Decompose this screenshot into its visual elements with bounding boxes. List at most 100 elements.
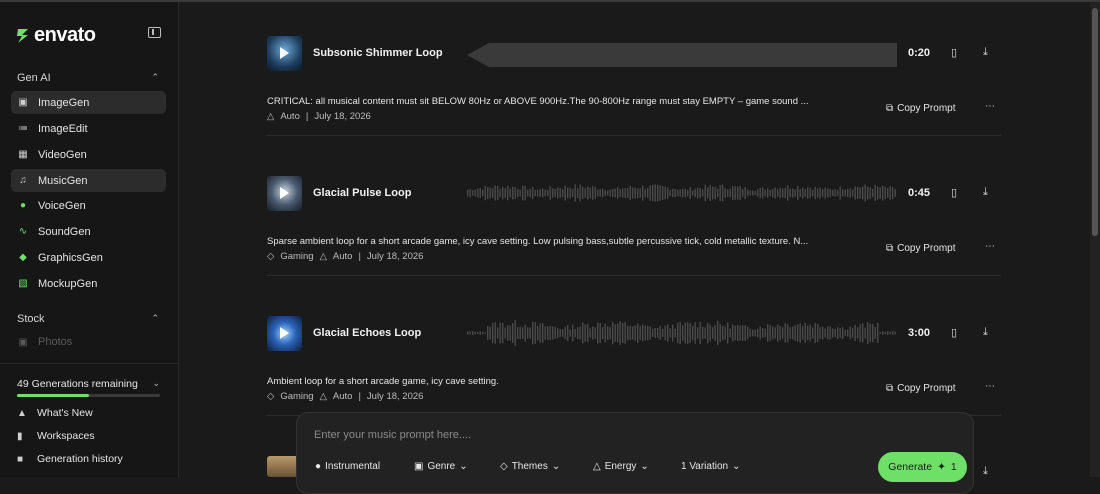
- waveform-bar: [749, 190, 751, 196]
- copy-prompt-button[interactable]: ⧉ Copy Prompt: [886, 383, 956, 394]
- waveform-bar: [514, 187, 516, 199]
- waveform-bar: [559, 328, 561, 338]
- sidebar-item-photos[interactable]: ▣ Photos: [11, 332, 166, 352]
- copy-prompt-button[interactable]: ⧉ Copy Prompt: [886, 243, 956, 254]
- waveform-bar: [699, 321, 701, 345]
- waveform-bar: [572, 324, 574, 342]
- track-thumbnail[interactable]: [267, 36, 302, 71]
- sidebar-item-videogen[interactable]: ▦ VideoGen: [11, 143, 166, 166]
- variation-dropdown[interactable]: 1 Variation ⌄: [681, 461, 740, 472]
- waveform-bar: [527, 189, 529, 197]
- waveform-bar: [504, 188, 506, 198]
- more-options-icon[interactable]: ⋯: [985, 241, 996, 252]
- waveform-bar: [799, 323, 801, 343]
- more-options-icon[interactable]: ⋯: [985, 101, 996, 112]
- download-icon[interactable]: ⤓: [983, 326, 988, 339]
- energy-dropdown[interactable]: △ Energy ⌄: [593, 461, 649, 472]
- waveform-bar: [487, 186, 489, 200]
- download-icon[interactable]: ⤓: [983, 186, 988, 199]
- waveform-bar: [854, 325, 856, 341]
- generation-history-link[interactable]: ■ Generation history: [17, 453, 123, 465]
- waveform-2[interactable]: [467, 178, 897, 208]
- themes-dropdown[interactable]: ◇ Themes ⌄: [500, 461, 560, 472]
- track-mode: Auto: [280, 111, 300, 122]
- instrumental-toggle[interactable]: ● Instrumental: [315, 461, 380, 472]
- bookmark-icon[interactable]: ▯: [951, 326, 957, 339]
- waveform-bar: [552, 326, 554, 340]
- stock-heading: Stock: [17, 313, 45, 325]
- copy-icon: ⧉: [886, 383, 894, 394]
- waveform-bar: [864, 184, 866, 202]
- waveform-bar: [714, 186, 716, 200]
- track-tag: Gaming: [280, 251, 314, 262]
- waveform-bar: [779, 325, 781, 341]
- track-date: July 18, 2026: [314, 111, 371, 122]
- scroll-thumb[interactable]: [1092, 8, 1098, 236]
- sidebar-item-imagegen[interactable]: ▣ ImageGen: [11, 91, 166, 114]
- bookmark-icon[interactable]: ▯: [951, 46, 957, 59]
- waveform-bar: [799, 189, 801, 197]
- waveform-bar: [532, 321, 534, 345]
- scrollbar[interactable]: [1090, 2, 1100, 477]
- track-thumbnail[interactable]: [267, 316, 302, 351]
- whats-new-link[interactable]: ▲ What's New: [17, 407, 93, 419]
- waveform-bar: [554, 188, 556, 198]
- waveform-bar: [604, 323, 606, 343]
- sidebar-item-voicegen[interactable]: ● VoiceGen: [11, 194, 166, 217]
- waveform-bar: [544, 326, 546, 340]
- waveform-bar: [564, 185, 566, 201]
- photo-icon: ▣: [18, 336, 28, 348]
- waveform-bar: [477, 188, 479, 198]
- waveform-bar: [537, 189, 539, 197]
- stock-section-header[interactable]: Stock ⌃: [17, 313, 159, 325]
- waveform-bar: [494, 185, 496, 201]
- sidebar-item-soundgen[interactable]: ∿ SoundGen: [11, 220, 166, 243]
- waveform-bar: [847, 329, 849, 337]
- waveform-bar: [579, 184, 581, 202]
- waveform-bar: [577, 326, 579, 340]
- waveform-bar: [672, 188, 674, 198]
- waveform-bar: [777, 324, 779, 342]
- workspaces-link[interactable]: ▮ Workspaces: [17, 430, 95, 442]
- gen-ai-section-header[interactable]: Gen AI ⌃: [17, 72, 159, 84]
- waveform-bar: [842, 326, 844, 340]
- sidebar-item-imageedit[interactable]: ≔ ImageEdit: [11, 117, 166, 140]
- generate-button[interactable]: Generate ✦ 1: [878, 452, 967, 482]
- waveform-bar: [762, 187, 764, 199]
- waveform-1[interactable]: [467, 40, 897, 70]
- waveform-bar: [782, 327, 784, 339]
- waveform-bar: [802, 187, 804, 199]
- waveform-bar: [812, 327, 814, 339]
- genre-dropdown[interactable]: ▣ Genre ⌄: [414, 461, 468, 472]
- energy-icon: △: [267, 111, 275, 122]
- music-prompt-input[interactable]: Enter your music prompt here....: [314, 429, 471, 441]
- waveform-3[interactable]: [467, 318, 897, 348]
- waveform-bar: [657, 184, 659, 202]
- waveform-bar: [692, 190, 694, 196]
- more-options-icon[interactable]: ⋯: [985, 381, 996, 392]
- waveform-bar: [789, 327, 791, 339]
- download-icon[interactable]: ⤓: [983, 46, 988, 59]
- generations-remaining[interactable]: 49 Generations remaining ⌄: [17, 378, 160, 390]
- track-divider: [267, 275, 1001, 276]
- waveform-bar: [592, 186, 594, 200]
- sidebar-item-musicgen[interactable]: ♫ MusicGen: [11, 169, 166, 192]
- collapse-sidebar-icon[interactable]: [148, 27, 161, 38]
- waveform-bar: [517, 188, 519, 198]
- chevron-down-icon: ⌄: [640, 461, 649, 472]
- track-thumbnail[interactable]: [267, 176, 302, 211]
- sidebar-item-graphicsgen[interactable]: ◆ GraphicsGen: [11, 246, 166, 269]
- waveform-bar: [547, 326, 549, 340]
- sidebar-item-label: Photos: [38, 336, 73, 348]
- waveform-bar: [847, 188, 849, 198]
- waveform-bar: [877, 186, 879, 200]
- envato-logo[interactable]: envato: [16, 24, 96, 47]
- waveform-bar: [667, 187, 669, 199]
- waveform-bar: [649, 185, 651, 201]
- waveform-bar: [879, 332, 881, 334]
- bookmark-icon[interactable]: ▯: [951, 186, 957, 199]
- download-icon[interactable]: ⤓: [983, 465, 988, 478]
- sidebar-item-label: SoundGen: [38, 225, 91, 238]
- copy-prompt-button[interactable]: ⧉ Copy Prompt: [886, 103, 956, 114]
- sidebar-item-mockupgen[interactable]: ▧ MockupGen: [11, 272, 166, 295]
